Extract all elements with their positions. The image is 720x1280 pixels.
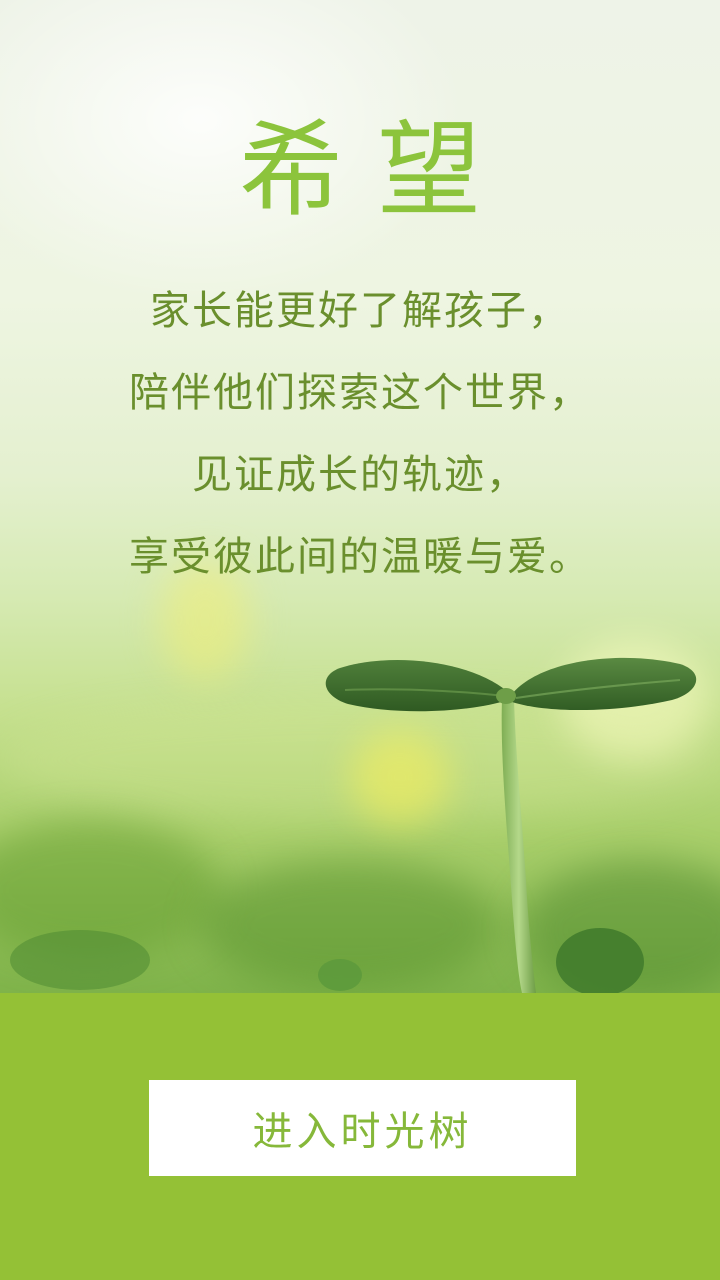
- tagline-line: 享受彼此间的温暖与爱。: [129, 534, 591, 580]
- tagline-line: 陪伴他们探索这个世界，: [129, 370, 591, 416]
- page-title: 希望: [238, 109, 515, 231]
- tagline-line: 见证成长的轨迹，: [192, 452, 528, 498]
- enter-time-tree-button[interactable]: 进入时光树: [149, 1080, 576, 1176]
- hero-background-image: 希望 家长能更好了解孩子， 陪伴他们探索这个世界， 见证成长的轨迹， 享受彼此间…: [0, 0, 720, 993]
- tagline-text: 家长能更好了解孩子， 陪伴他们探索这个世界， 见证成长的轨迹， 享受彼此间的温暖…: [0, 270, 720, 598]
- splash-screen: 希望 家长能更好了解孩子， 陪伴他们探索这个世界， 见证成长的轨迹， 享受彼此间…: [0, 0, 720, 1280]
- tagline-line: 家长能更好了解孩子，: [150, 288, 570, 334]
